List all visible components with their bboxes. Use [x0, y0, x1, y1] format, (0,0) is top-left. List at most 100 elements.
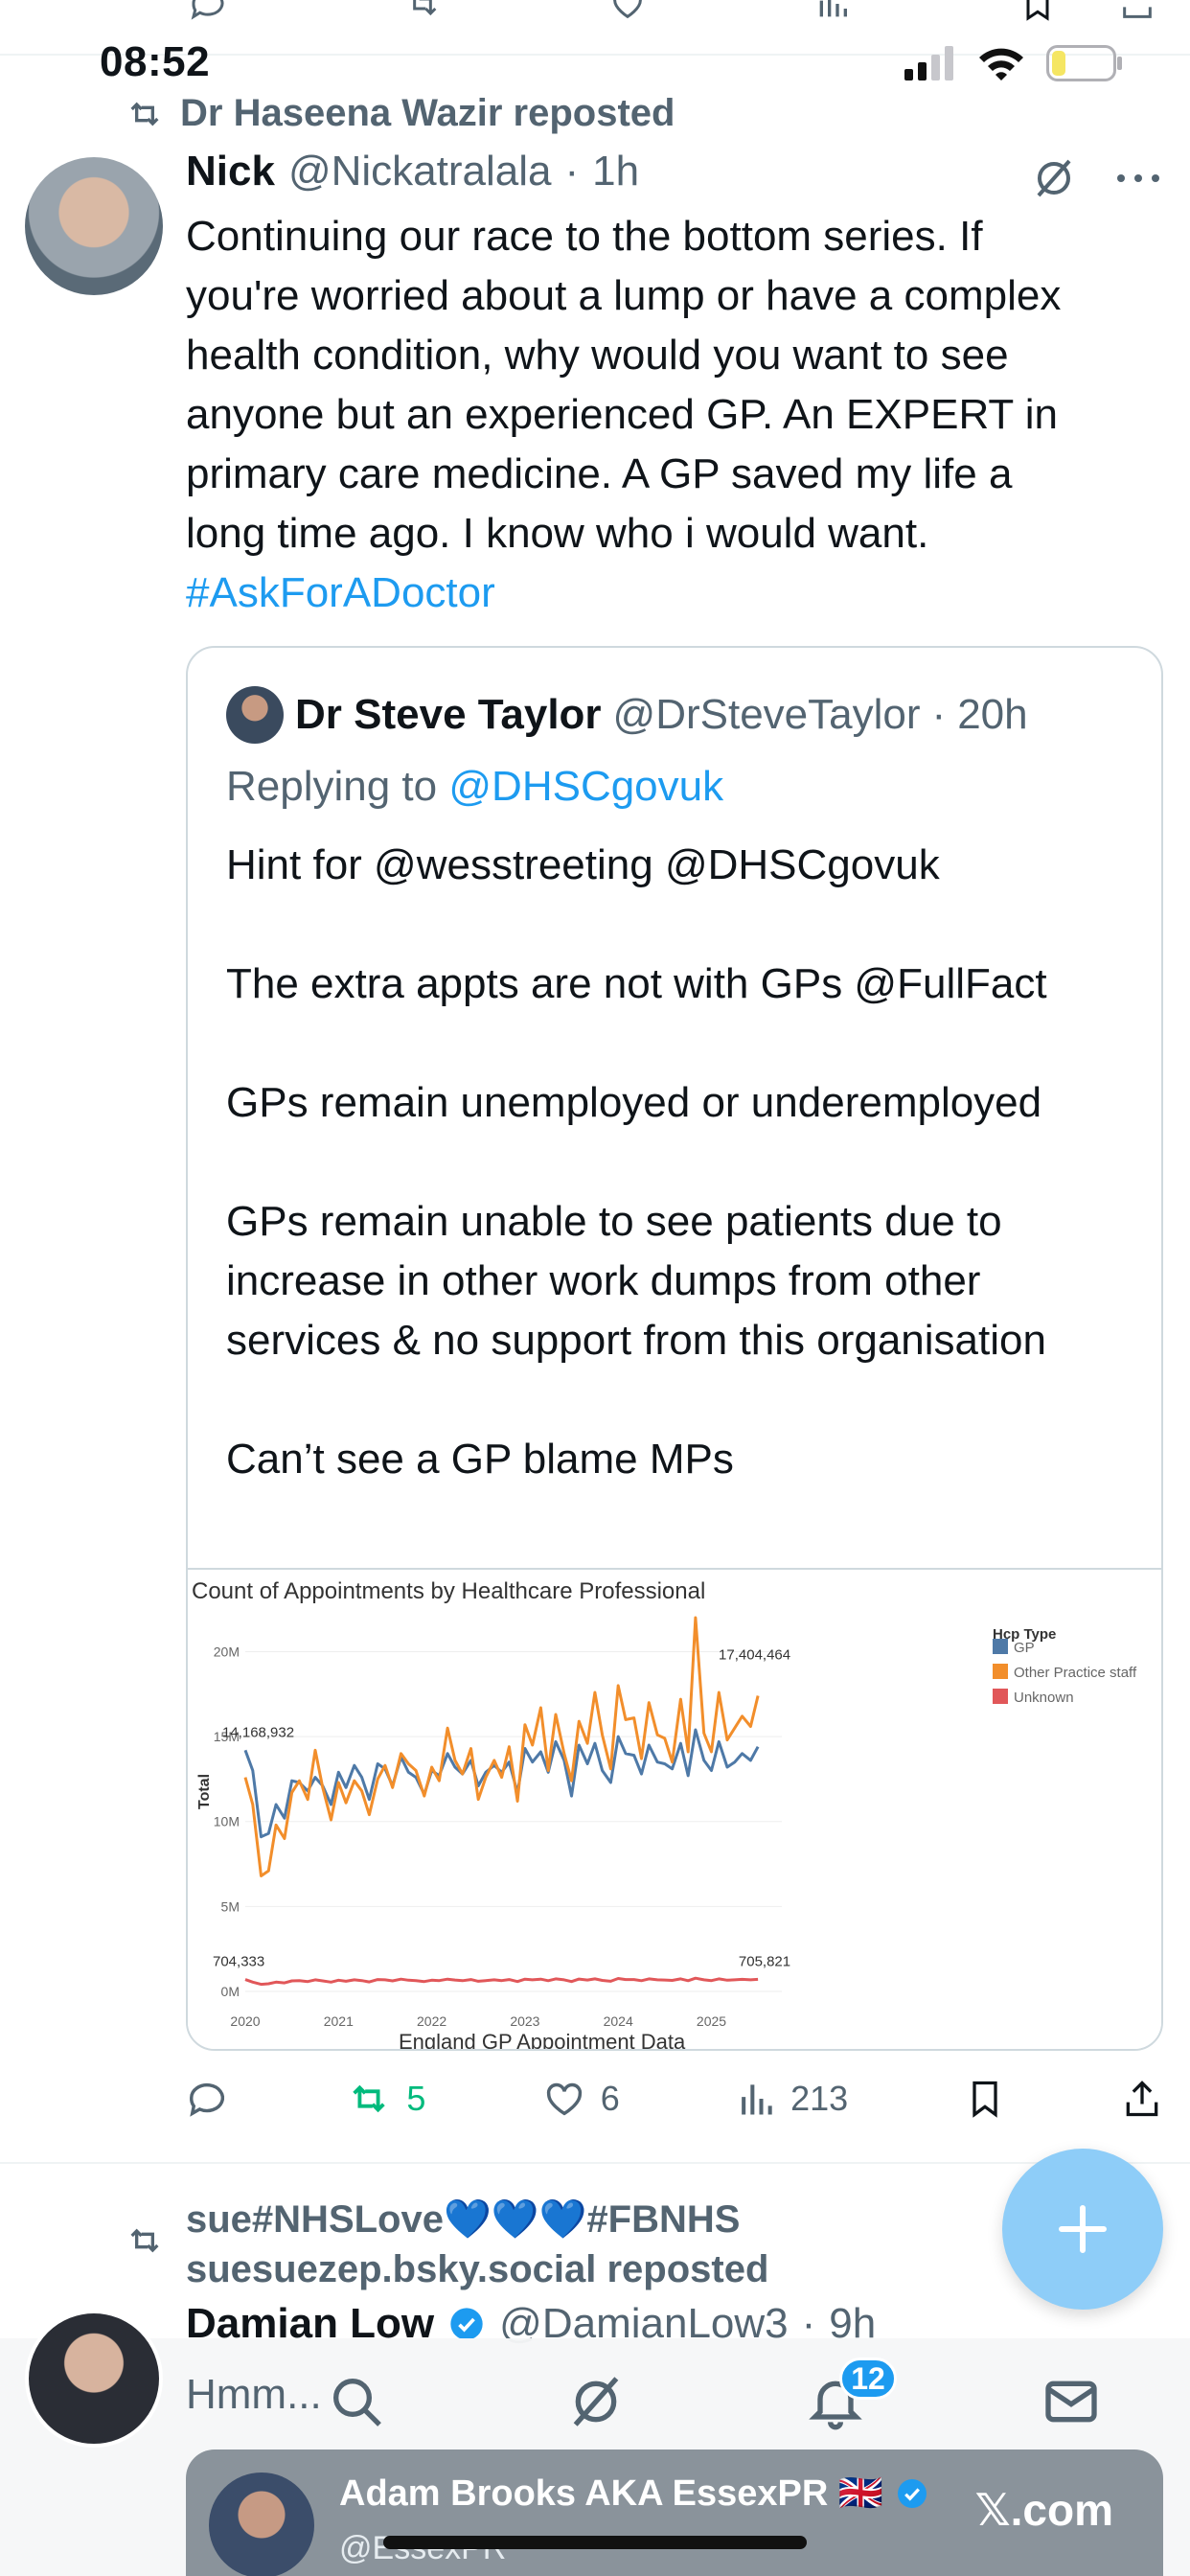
like-button[interactable]: 6	[541, 2077, 620, 2121]
quote-paragraph: GPs remain unable to see patients due to…	[226, 1198, 1046, 1364]
tweet-top-actions	[1031, 155, 1161, 201]
quote-paragraph: The extra appts are not with GPs @FullFa…	[226, 960, 1047, 1007]
quote-time: 20h	[957, 691, 1028, 738]
compose-placeholder-area[interactable]: Hmm...	[186, 2371, 322, 2419]
tweet-text-line: Continuing our race to the bottom series…	[186, 213, 983, 260]
search-icon[interactable]	[326, 2371, 387, 2432]
quote-body: Hint for @wesstreeting @DHSCgovuk The ex…	[226, 836, 1136, 1489]
series-line-unknown	[244, 1976, 759, 1987]
x-tick-label: 2021	[324, 2013, 354, 2029]
author-avatar[interactable]	[25, 157, 163, 295]
compose-post-button[interactable]	[1002, 2149, 1163, 2310]
x-com-label: 𝕏.com	[974, 2485, 1113, 2535]
heart-icon	[546, 2082, 582, 2116]
quote-header: Dr Steve Taylor @DrSteveTaylor · 20h	[226, 686, 1028, 744]
share-button[interactable]	[1121, 2077, 1163, 2121]
home-indicator	[383, 2536, 807, 2549]
x-tick-label: 2025	[697, 2013, 726, 2029]
quote-paragraph: Can’t see a GP blame MPs	[226, 1436, 734, 1483]
tweet-text-line: anyone but an experienced GP. An EXPERT …	[186, 391, 1058, 438]
tweet-text-line: health condition, why would you want to …	[186, 332, 1009, 379]
wifi-icon	[979, 48, 1023, 80]
repost-icon	[130, 2228, 159, 2253]
bookmark-icon	[972, 2081, 997, 2118]
replying-to: Replying to @DHSCgovuk	[226, 763, 723, 811]
y-tick-label: 20M	[214, 1644, 240, 1659]
x-tick-label: 2024	[604, 2013, 633, 2029]
views-button[interactable]: 213	[735, 2077, 848, 2121]
reply-button[interactable]	[186, 2077, 230, 2121]
chart-annotation: 704,333	[213, 1954, 264, 1970]
status-time: 08:52	[100, 38, 211, 85]
reposted-by-line[interactable]: Dr Haseena Wazir reposted	[123, 92, 675, 135]
reply-icon	[190, 2082, 225, 2117]
appointments-line-chart: Count of Appointments by Healthcare Prof…	[192, 1578, 1137, 2051]
chart-subtitle: England GP Appointment Data	[399, 2030, 686, 2051]
views-icon[interactable]	[807, 0, 858, 23]
repost-icon[interactable]	[397, 0, 448, 23]
reposted-by-text: Dr Haseena Wazir reposted	[180, 92, 675, 134]
reposted-by-line2: suesuezep.bsky.social reposted	[186, 2248, 769, 2290]
reposted-by-line1: sue#NHSLove💙💙💙#FBNHS	[186, 2198, 741, 2241]
author-name[interactable]: Nick	[186, 148, 275, 196]
x-tick-label: 2023	[510, 2013, 539, 2029]
chart-annotation: 705,821	[739, 1954, 790, 1970]
y-axis-label: Total	[196, 1774, 213, 1809]
replying-to-handle[interactable]: @DHSCgovuk	[448, 763, 723, 810]
grok-icon[interactable]	[565, 2371, 627, 2432]
promo-name: Adam Brooks AKA EssexPR 🇬🇧	[339, 2473, 884, 2514]
legend-label: Other Practice staff	[1014, 1665, 1137, 1681]
repost-icon	[130, 102, 159, 126]
bookmark-button[interactable]	[964, 2077, 1006, 2121]
next-author-avatar[interactable]	[25, 2310, 163, 2448]
y-tick-label: 5M	[221, 1898, 240, 1914]
legend-swatch	[993, 1664, 1008, 1679]
repost-button[interactable]: 5	[345, 2077, 425, 2121]
status-icons	[904, 44, 1123, 82]
y-tick-label: 10M	[214, 1814, 240, 1829]
verified-badge-icon	[450, 2308, 483, 2340]
chart-legend: GP Other Practice staff Unknown	[993, 1639, 1137, 1706]
quoted-tweet[interactable]: Dr Steve Taylor @DrSteveTaylor · 20h Rep…	[186, 646, 1163, 2051]
grok-icon[interactable]	[1031, 155, 1077, 201]
cellular-signal-icon	[904, 46, 953, 80]
battery-icon	[1046, 45, 1122, 81]
tweet-text: Continuing our race to the bottom series…	[186, 207, 1154, 623]
tweet-text-line: you're worried about a lump or have a co…	[186, 272, 1062, 319]
chart-annotation: 14,168,932	[222, 1724, 294, 1740]
x-tick-label: 2022	[417, 2013, 446, 2029]
profile-promo-banner[interactable]: Adam Brooks AKA EssexPR 🇬🇧 @EssexPR 𝕏.co…	[186, 2450, 1163, 2576]
legend-swatch	[993, 1689, 1008, 1704]
tweet-header: Nick @Nickatralala · 1h	[186, 148, 639, 196]
legend-label: GP	[1014, 1640, 1035, 1656]
plus-icon	[1059, 2205, 1107, 2253]
views-icon	[742, 2084, 772, 2115]
separator-dot: ·	[931, 691, 947, 738]
legend-swatch	[993, 1639, 1008, 1654]
tweet-text-line: primary care medicine. A GP saved my lif…	[186, 450, 1013, 497]
replying-to-prefix: Replying to	[226, 763, 438, 810]
bookmark-icon[interactable]	[1012, 0, 1064, 23]
like-icon[interactable]	[602, 0, 653, 23]
hashtag-link[interactable]: #AskForADoctor	[186, 564, 1154, 623]
tweet-divider	[0, 2162, 1190, 2164]
more-options-icon[interactable]	[1115, 171, 1161, 186]
chart-annotation: 17,404,464	[719, 1647, 790, 1664]
repost-icon	[353, 2084, 386, 2113]
reply-icon[interactable]	[182, 0, 234, 23]
notifications-badge: 12	[839, 2358, 897, 2400]
author-handle[interactable]: @Nickatralala	[288, 148, 552, 196]
quote-author-name: Dr Steve Taylor	[295, 691, 602, 738]
messages-envelope-icon[interactable]	[1041, 2371, 1102, 2432]
chart-annotations: 14,168,932 17,404,464 704,333 705,821	[213, 1647, 790, 1970]
share-icon	[1126, 2081, 1158, 2117]
quote-author-handle: @DrSteveTaylor	[612, 691, 921, 738]
separator-dot: ·	[564, 148, 580, 195]
tweet-time[interactable]: 1h	[592, 148, 639, 196]
next-reposted-by[interactable]: sue#NHSLove💙💙💙#FBNHS suesuezep.bsky.soci…	[186, 2195, 768, 2294]
quote-chart-image[interactable]: Count of Appointments by Healthcare Prof…	[188, 1568, 1161, 2051]
quote-paragraph: Hint for @wesstreeting @DHSCgovuk	[226, 841, 940, 888]
y-tick-label: 0M	[221, 1984, 240, 1999]
tweet-text-line: long time ago. I know who i would want.	[186, 510, 929, 557]
share-icon[interactable]	[1111, 0, 1163, 23]
